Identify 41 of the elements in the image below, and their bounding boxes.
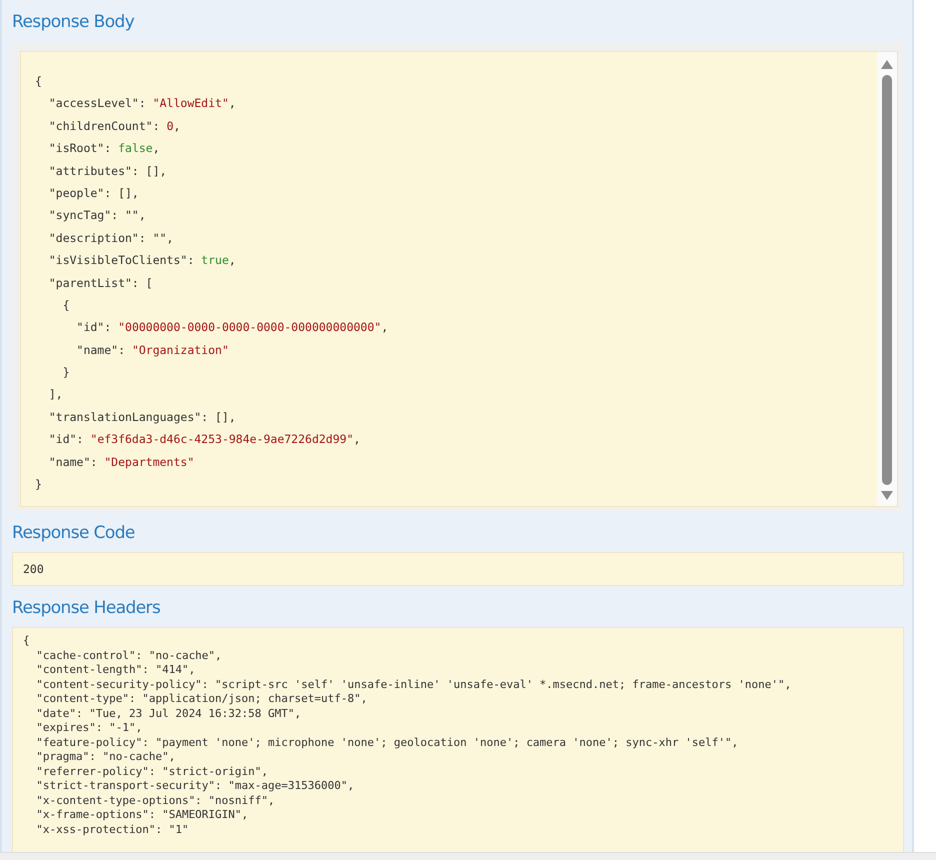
code-line: "description": "", [48,230,174,247]
section-title: Response Headers [12,598,162,618]
code-line: "isRoot": false, [48,140,161,158]
code-line: "date": "Tue, 23 Jul 2024 16:32:58 GMT", [35,706,302,721]
code-line: "parentList": [ [48,274,154,292]
code-line: "accessLevel": "AllowEdit", [48,95,237,112]
code-line: } [62,364,71,382]
code-line: "pragma": "no-cache", [35,750,176,764]
section-title: Response Code [12,523,136,543]
code-line: ], [48,386,64,404]
code-line: { [62,296,71,314]
code-line: { [23,634,31,648]
code-line: "syncTag": "", [48,207,147,224]
scroll-thumb[interactable] [882,75,892,485]
section-title: Response Body [12,12,136,32]
code-line: "people": [], [48,184,140,202]
scroll-down-arrow-icon[interactable] [881,491,893,500]
code-line: "content-security-policy": "script-src 'self' 'unsafe-inline' 'unsafe-eval' *.msecnd.net; frame-ancestors 'none'", [35,678,792,692]
code-line: "referrer-policy": "strict-origin", [35,764,270,779]
code-line: "content-type": "application/json; charset=utf-8", [35,692,368,706]
code-line: "id": "ef3f6da3-d46c-4253-984e-9ae7226d2d99", [48,431,362,448]
code-line: "expires": "-1", [35,721,144,736]
code-line: "x-xss-protection": "1" [35,822,190,837]
code-line: "cache-control": "no-cache", [35,648,223,663]
code-line: "content-length": "414", [35,663,196,678]
scroll-up-arrow-icon[interactable] [881,60,893,69]
code-line: "strict-transport-security": "max-age=31536000", [35,779,356,794]
code-line: "feature-policy": "payment 'none'; microphone 'none'; geolocation 'none'; camera 'none'; sync-xhr 'self'", [35,736,740,750]
code-line: "id": "00000000-0000-0000-0000-000000000000", [76,319,390,336]
code-line: { [35,73,43,90]
code-line: "x-frame-options": "SAMEORIGIN", [35,808,250,822]
code-line: "childrenCount": 0, [48,118,182,135]
code-line: "name": "Organization" [76,342,230,359]
response-code-value: 200 [12,552,904,586]
code-line: "x-content-type-options": "nosniff", [35,794,276,808]
code-line: "isVisibleToClients": true, [48,252,237,270]
code-line: "attributes": [], [48,162,168,180]
code-line: } [35,476,43,494]
code-line: "name": "Departments" [48,454,196,471]
scrollbar[interactable] [877,52,897,506]
code-line: "translationLanguages": [], [48,408,237,426]
